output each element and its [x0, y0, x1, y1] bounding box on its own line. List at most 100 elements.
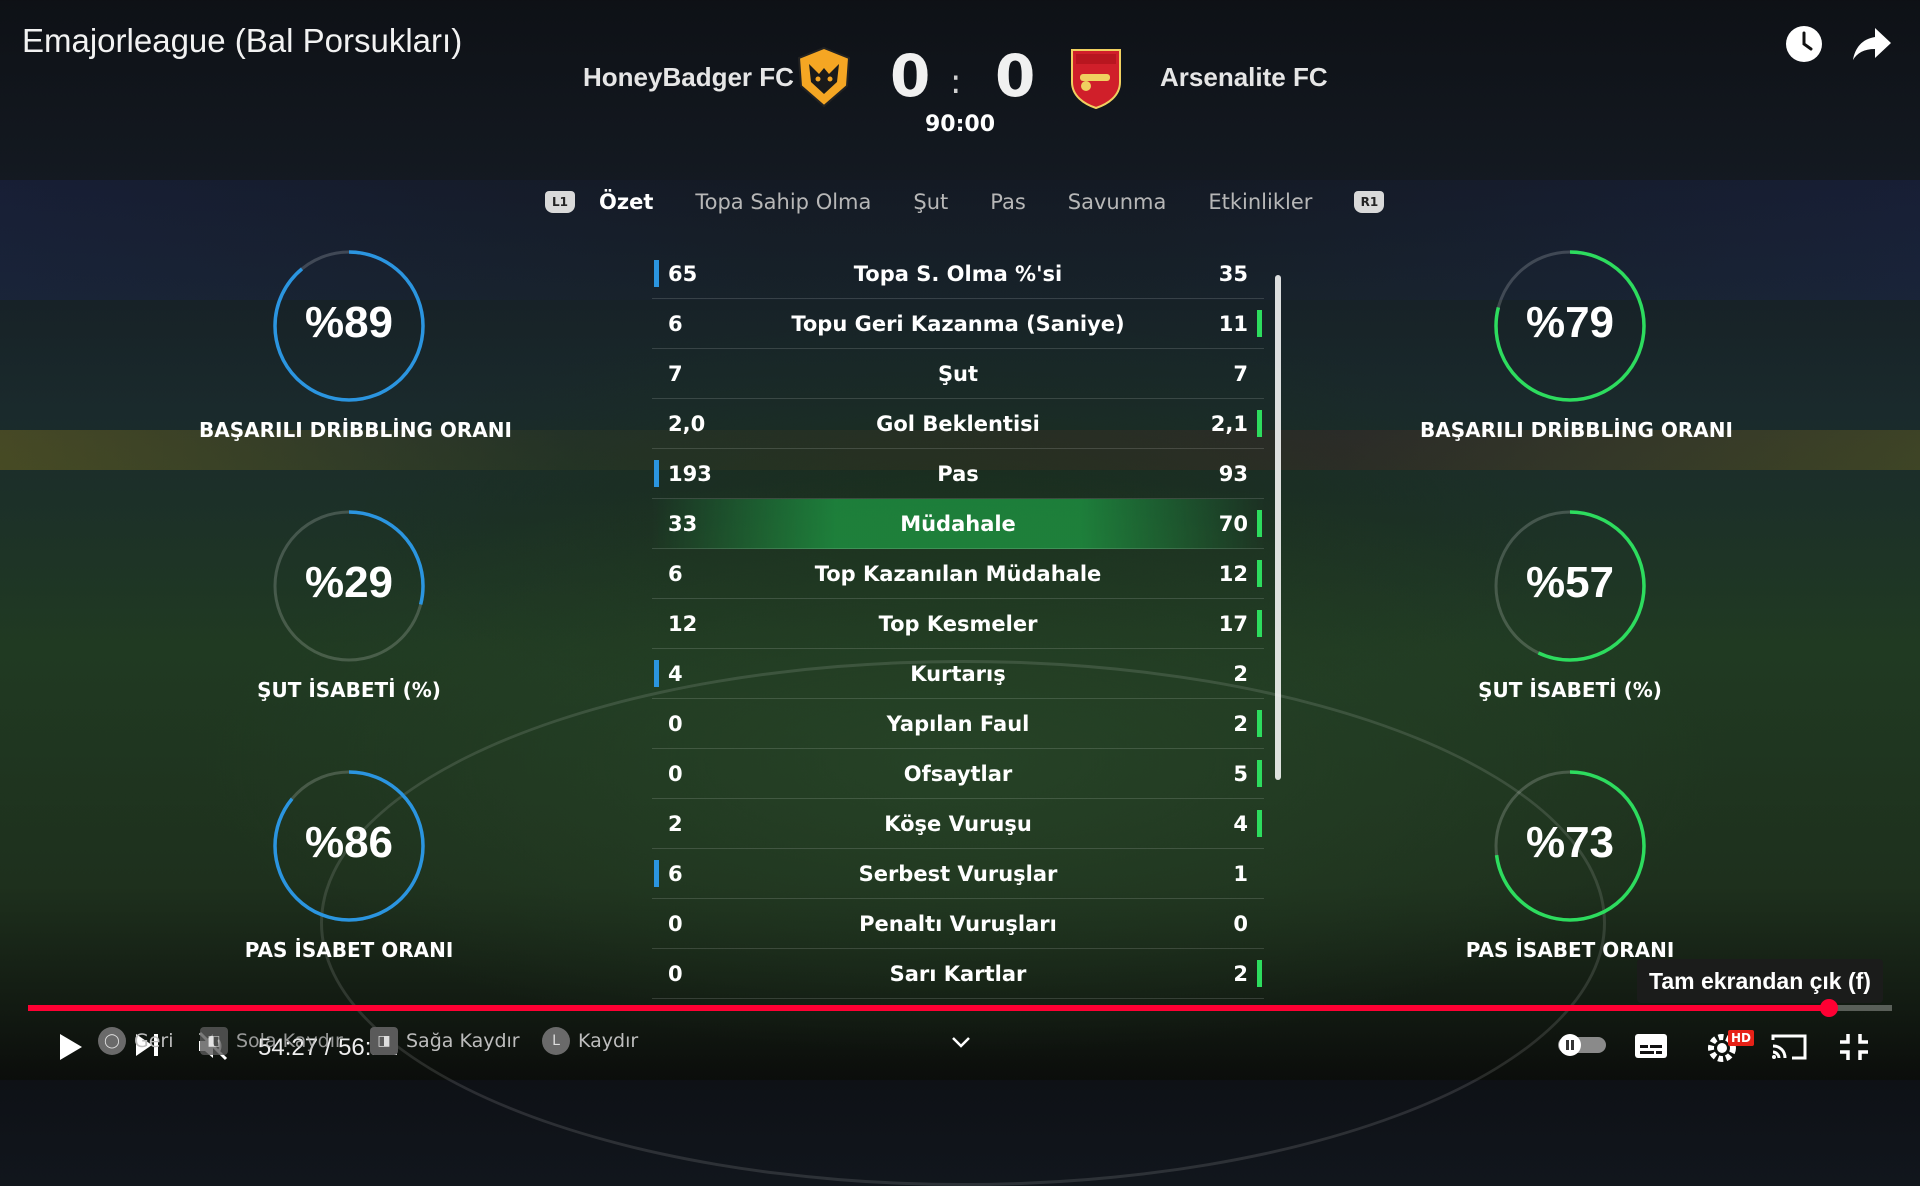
tab-sut[interactable]: Şut — [913, 190, 948, 214]
away-lead-marker — [1257, 410, 1262, 437]
away-lead-marker — [1257, 510, 1262, 537]
home-gauge: %89 BAŞARILI DRİBBLİNG ORANI — [199, 248, 512, 442]
stat-label: Müdahale — [900, 511, 1016, 536]
away-stat-value: 93 — [1218, 461, 1248, 486]
stat-label: Şut — [937, 361, 979, 386]
progress-bar[interactable] — [28, 999, 1892, 1017]
tab-pas[interactable]: Pas — [990, 190, 1026, 214]
stat-label: Pas — [937, 461, 979, 486]
home-lead-marker — [654, 860, 659, 887]
gauge-label: ŞUT İSABETİ (%) — [1478, 678, 1662, 702]
hint-scroll-label: Kaydır — [578, 1030, 639, 1052]
tab-savunma[interactable]: Savunma — [1068, 190, 1167, 214]
l-stick-icon: L — [542, 1027, 570, 1055]
tab-topa-sahip-olma[interactable]: Topa Sahip Olma — [695, 190, 871, 214]
home-gauge: %29 ŞUT İSABETİ (%) — [199, 508, 499, 702]
right-stick-icon: ◨ — [370, 1027, 398, 1055]
stats-tabs: L1 Özet Topa Sahip Olma Şut Pas Savunma … — [545, 182, 1408, 222]
home-score: 0 — [890, 42, 931, 110]
settings-icon[interactable]: HD — [1704, 1028, 1755, 1064]
home-stat-value: 0 — [668, 961, 683, 986]
progress-played — [28, 1005, 1829, 1011]
away-stat-value: 1 — [1233, 861, 1248, 886]
stat-row: 193 Pas 93 — [652, 449, 1264, 499]
stat-row: 2 Köşe Vuruşu 4 — [652, 799, 1264, 849]
home-lead-marker — [654, 460, 659, 487]
fullscreen-tooltip: Tam ekrandan çık (f) — [1637, 959, 1883, 1003]
circle-button-icon: ◯ — [98, 1027, 126, 1055]
left-stick-icon: ◧ — [200, 1027, 228, 1055]
home-stat-value: 6 — [668, 311, 683, 336]
gauge-value: %79 — [1525, 298, 1615, 347]
cast-icon[interactable] — [1770, 1032, 1808, 1062]
away-lead-marker — [1257, 310, 1262, 337]
away-lead-marker — [1257, 960, 1262, 987]
away-lead-marker — [1257, 610, 1262, 637]
stat-row: 33 Müdahale 70 — [652, 499, 1264, 549]
hint-scroll-left-label: Sola Kaydır — [236, 1030, 343, 1052]
home-stat-value: 0 — [668, 911, 683, 936]
tab-ozet[interactable]: Özet — [599, 190, 653, 214]
stat-row: 0 Penaltı Vuruşları 0 — [652, 899, 1264, 949]
away-gauge: %57 ŞUT İSABETİ (%) — [1420, 508, 1720, 702]
away-lead-marker — [1257, 710, 1262, 737]
gauge-label: ŞUT İSABETİ (%) — [257, 678, 441, 702]
chevron-down-icon[interactable] — [950, 1034, 972, 1050]
stat-label: Köşe Vuruşu — [884, 811, 1032, 836]
away-gauge: %79 BAŞARILI DRİBBLİNG ORANI — [1420, 248, 1733, 442]
home-stat-value: 6 — [668, 861, 683, 886]
home-stat-value: 2,0 — [668, 411, 706, 436]
gauge-value: %29 — [304, 558, 394, 607]
home-stat-value: 65 — [668, 261, 698, 286]
left-bumper-icon[interactable]: L1 — [545, 191, 575, 213]
stat-label: Penaltı Vuruşları — [859, 911, 1057, 936]
stat-label: Serbest Vuruşlar — [858, 861, 1058, 886]
wolf-crest-icon — [795, 46, 853, 112]
stat-row: 0 Yapılan Faul 2 — [652, 699, 1264, 749]
stat-label: Sarı Kartlar — [889, 961, 1027, 986]
away-stat-value: 2 — [1233, 711, 1248, 736]
away-stat-value: 17 — [1218, 611, 1248, 636]
gauge-value: %73 — [1525, 818, 1615, 867]
stat-label: Yapılan Faul — [886, 711, 1030, 736]
stat-row: 65 Topa S. Olma %'si 35 — [652, 249, 1264, 299]
stat-row: 7 Şut 7 — [652, 349, 1264, 399]
away-stat-value: 12 — [1218, 561, 1248, 586]
stat-row: 0 Sarı Kartlar 2 — [652, 949, 1264, 999]
gauge-label: PAS İSABET ORANI — [244, 938, 454, 962]
away-stat-value: 35 — [1218, 261, 1248, 286]
home-stat-value: 7 — [668, 361, 683, 386]
home-lead-marker — [654, 260, 659, 287]
home-stat-value: 6 — [668, 561, 683, 586]
away-stat-value: 7 — [1233, 361, 1248, 386]
cannon-crest-icon — [1068, 46, 1124, 114]
hint-back: ◯ Geri — [98, 1027, 174, 1055]
gauge-label: BAŞARILI DRİBBLİNG ORANI — [1420, 418, 1733, 442]
score-separator: : — [950, 62, 962, 102]
away-stat-value: 0 — [1233, 911, 1248, 936]
away-gauge: %73 PAS İSABET ORANI — [1420, 768, 1720, 962]
exit-fullscreen-icon[interactable] — [1838, 1032, 1870, 1062]
play-icon[interactable] — [52, 1030, 86, 1064]
stat-label: Topu Geri Kazanma (Saniye) — [791, 311, 1125, 336]
stat-label: Kurtarış — [910, 661, 1006, 686]
gauge-value: %86 — [304, 818, 394, 867]
stat-label: Top Kazanılan Müdahale — [814, 561, 1102, 586]
subtitles-icon[interactable] — [1634, 1032, 1668, 1060]
progress-scrubber[interactable] — [1819, 999, 1838, 1017]
stat-label: Ofsaytlar — [903, 761, 1013, 786]
hd-badge: HD — [1728, 1030, 1755, 1046]
away-stat-value: 11 — [1218, 311, 1248, 336]
stat-row: 6 Topu Geri Kazanma (Saniye) 11 — [652, 299, 1264, 349]
home-stat-value: 2 — [668, 811, 683, 836]
stat-row: 6 Serbest Vuruşlar 1 — [652, 849, 1264, 899]
stat-row: 4 Kurtarış 2 — [652, 649, 1264, 699]
stats-table: 65 Topa S. Olma %'si 35 6 Topu Geri Kazanma … — [652, 249, 1264, 999]
stats-scrollbar[interactable] — [1275, 275, 1281, 780]
hint-back-label: Geri — [134, 1030, 174, 1052]
autoplay-toggle-icon[interactable] — [1556, 1032, 1608, 1058]
tab-etkinlikler[interactable]: Etkinlikler — [1208, 190, 1312, 214]
right-bumper-icon[interactable]: R1 — [1354, 191, 1385, 213]
stat-row: 0 Ofsaytlar 5 — [652, 749, 1264, 799]
player-controls: 54:27 / 56:22 ◯ Geri ◧ Sola Kaydır ◨ Sağa K… — [0, 1020, 1920, 1080]
